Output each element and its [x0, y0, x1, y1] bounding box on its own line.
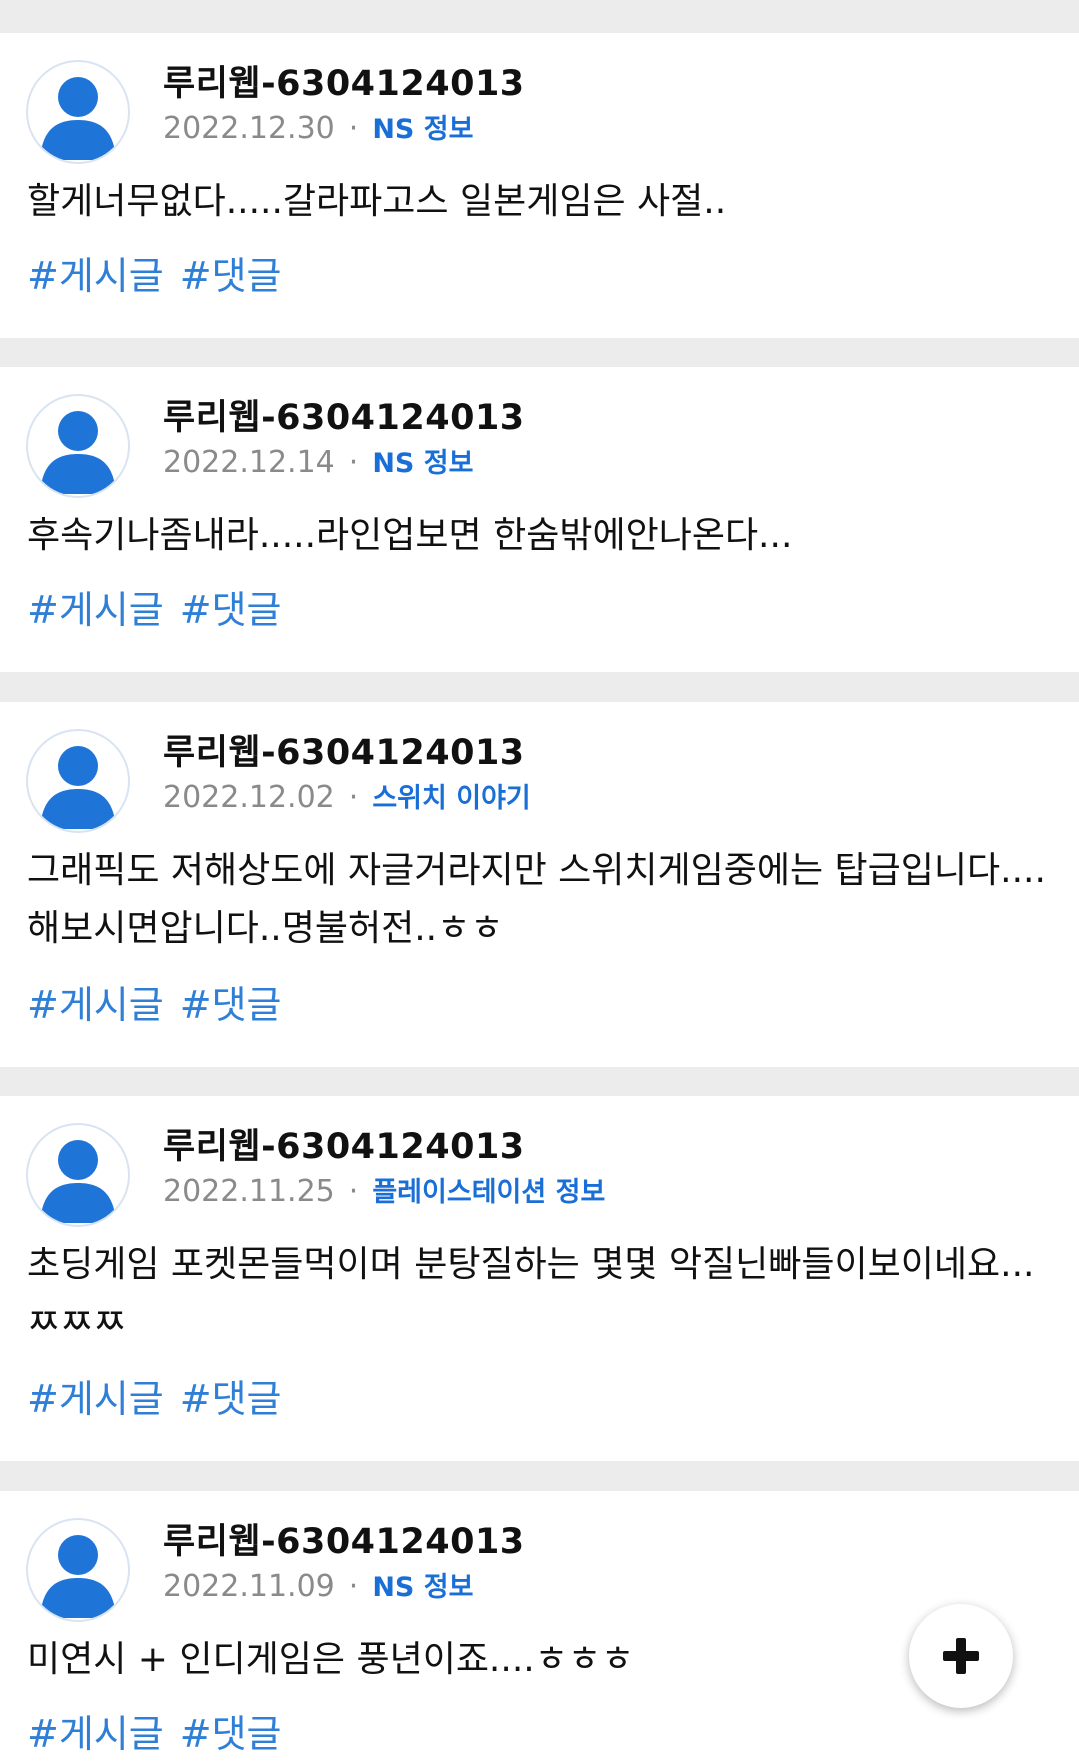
post-tags: #게시글 #댓글: [27, 579, 298, 634]
post-category[interactable]: NS 정보: [372, 1572, 473, 1603]
post-card[interactable]: 루리웹-6304124013 2022.12.02 · 스위치 이야기 그래픽도 저…: [0, 702, 1079, 1067]
user-icon: [40, 746, 116, 829]
tag-post[interactable]: #게시글: [27, 588, 164, 632]
post-date: 2022.12.02: [163, 780, 335, 815]
user-icon: [40, 1140, 116, 1223]
separator-dot: ·: [348, 1174, 359, 1209]
post-feed: 루리웹-6304124013 2022.12.30 · NS 정보 할게너무없다..…: [0, 0, 1079, 1763]
post-category[interactable]: NS 정보: [372, 114, 473, 145]
write-post-button[interactable]: [909, 1604, 1013, 1708]
avatar[interactable]: [26, 60, 130, 164]
post-category[interactable]: 스위치 이야기: [372, 783, 530, 814]
author-name[interactable]: 루리웹-6304124013: [163, 389, 525, 440]
post-meta: 2022.12.02 · 스위치 이야기: [163, 776, 531, 815]
post-text[interactable]: 초딩게임 포켓몬들먹이며 분탕질하는 몇몇 악질닌빠들이보이네요...ㅉㅉㅉ: [27, 1236, 1057, 1352]
tag-comment[interactable]: #댓글: [180, 588, 282, 632]
post-meta: 2022.11.25 · 플레이스테이션 정보: [163, 1170, 605, 1209]
author-name[interactable]: 루리웹-6304124013: [163, 1118, 525, 1169]
post-meta: 2022.12.30 · NS 정보: [163, 107, 473, 146]
separator-dot: ·: [348, 780, 359, 815]
tag-post[interactable]: #게시글: [27, 1377, 164, 1421]
post-tags: #게시글 #댓글: [27, 1368, 298, 1423]
post-tags: #게시글 #댓글: [27, 245, 298, 300]
avatar[interactable]: [26, 1518, 130, 1622]
post-card[interactable]: 루리웹-6304124013 2022.12.14 · NS 정보 후속기나좀내라.…: [0, 367, 1079, 672]
post-tags: #게시글 #댓글: [27, 974, 298, 1029]
tag-post[interactable]: #게시글: [27, 254, 164, 298]
post-meta: 2022.11.09 · NS 정보: [163, 1565, 473, 1604]
tag-post[interactable]: #게시글: [27, 983, 164, 1027]
post-card[interactable]: 루리웹-6304124013 2022.12.30 · NS 정보 할게너무없다..…: [0, 33, 1079, 338]
tag-comment[interactable]: #댓글: [180, 1377, 282, 1421]
post-date: 2022.12.14: [163, 445, 335, 480]
post-date: 2022.11.25: [163, 1174, 335, 1209]
user-icon: [40, 1535, 116, 1618]
post-text[interactable]: 후속기나좀내라.....라인업보면 한숨밖에안나온다...: [27, 507, 1057, 565]
separator-dot: ·: [348, 445, 359, 480]
post-text[interactable]: 미연시 + 인디게임은 풍년이죠....ㅎㅎㅎ: [27, 1631, 1057, 1689]
post-category[interactable]: NS 정보: [372, 448, 473, 479]
separator-dot: ·: [348, 111, 359, 146]
user-icon: [40, 77, 116, 160]
tag-post[interactable]: #게시글: [27, 1712, 164, 1756]
avatar[interactable]: [26, 394, 130, 498]
post-date: 2022.11.09: [163, 1569, 335, 1604]
post-date: 2022.12.30: [163, 111, 335, 146]
tag-comment[interactable]: #댓글: [180, 1712, 282, 1756]
post-category[interactable]: 플레이스테이션 정보: [372, 1177, 605, 1208]
author-name[interactable]: 루리웹-6304124013: [163, 55, 525, 106]
author-name[interactable]: 루리웹-6304124013: [163, 1513, 525, 1564]
plus-icon: [943, 1638, 979, 1674]
post-meta: 2022.12.14 · NS 정보: [163, 441, 473, 480]
post-text[interactable]: 할게너무없다.....갈라파고스 일본게임은 사절..: [27, 173, 1057, 231]
post-text[interactable]: 그래픽도 저해상도에 자글거라지만 스위치게임중에는 탑급입니다....해보시면…: [27, 842, 1057, 958]
author-name[interactable]: 루리웹-6304124013: [163, 724, 525, 775]
tag-comment[interactable]: #댓글: [180, 983, 282, 1027]
tag-comment[interactable]: #댓글: [180, 254, 282, 298]
avatar[interactable]: [26, 729, 130, 833]
avatar[interactable]: [26, 1123, 130, 1227]
user-icon: [40, 411, 116, 494]
post-card[interactable]: 루리웹-6304124013 2022.11.25 · 플레이스테이션 정보 초딩게…: [0, 1096, 1079, 1461]
post-tags: #게시글 #댓글: [27, 1703, 298, 1758]
separator-dot: ·: [348, 1569, 359, 1604]
